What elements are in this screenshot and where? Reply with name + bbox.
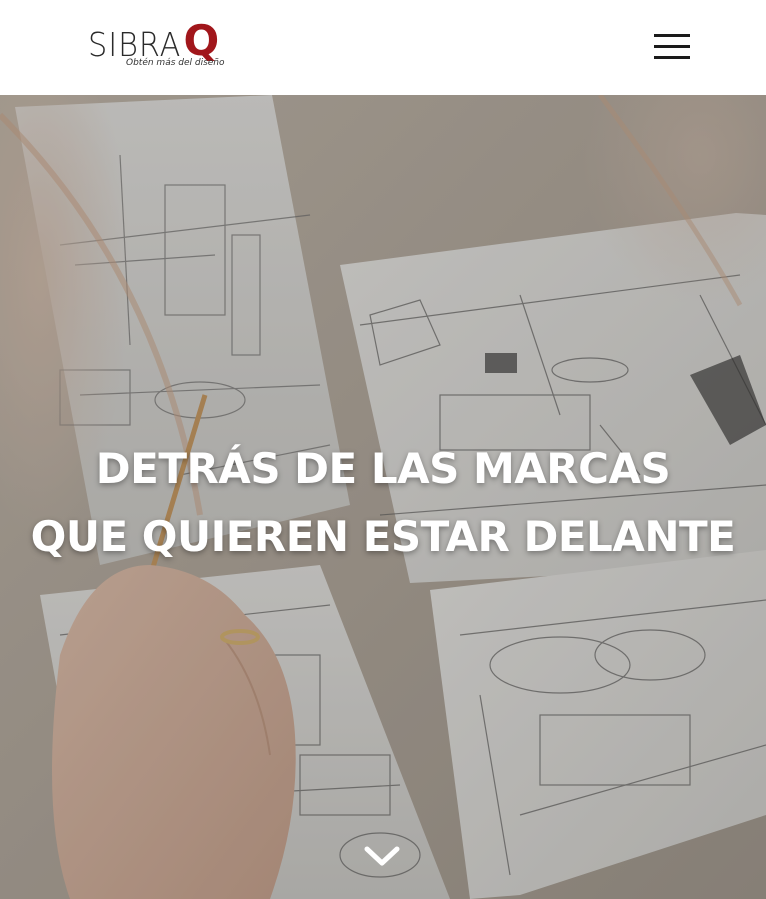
- menu-line: [654, 45, 690, 48]
- logo-brand-accent: Q: [183, 16, 220, 65]
- hero-title-line-2: QUE QUIEREN ESTAR DELANTE: [30, 512, 736, 561]
- logo-brand-main: SIBRA: [88, 25, 182, 64]
- hero-title: DETRÁS DE LAS MARCAS QUE QUIEREN ESTAR D…: [0, 435, 766, 571]
- menu-line: [654, 34, 690, 37]
- hero-section: DETRÁS DE LAS MARCAS QUE QUIEREN ESTAR D…: [0, 95, 766, 899]
- hamburger-menu-icon[interactable]: [654, 34, 690, 59]
- menu-line: [654, 56, 690, 59]
- site-header: SIBRA Q Obtén más del diseño: [0, 0, 766, 95]
- chevron-down-icon[interactable]: [363, 843, 401, 871]
- logo-tagline: Obtén más del diseño: [126, 58, 225, 68]
- hero-title-line-1: DETRÁS DE LAS MARCAS: [95, 444, 671, 493]
- site-logo[interactable]: SIBRA Q Obtén más del diseño: [88, 18, 258, 72]
- logo-wordmark: SIBRA Q: [88, 18, 219, 62]
